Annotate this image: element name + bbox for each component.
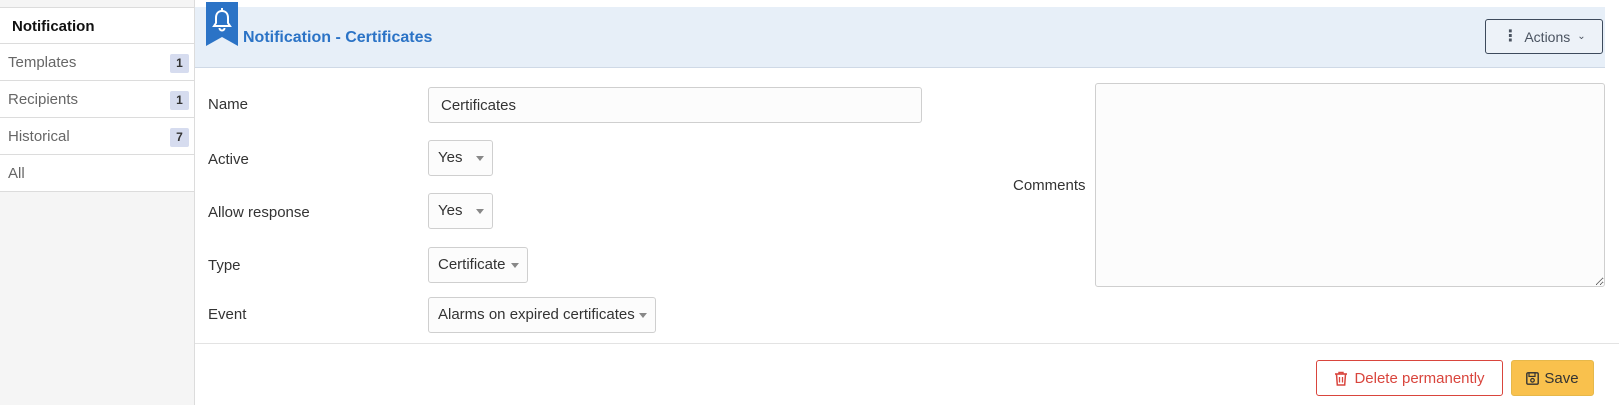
trash-icon — [1335, 371, 1348, 386]
page-header: Notification - Certificates ⋮ Actions ⌄ — [195, 2, 1605, 68]
footer-divider — [195, 343, 1619, 344]
sidebar-item-recipients[interactable]: Recipients 1 — [0, 81, 195, 118]
sidebar-item-label: All — [8, 165, 25, 182]
event-select-value: Alarms on expired certificates — [438, 306, 635, 323]
caret-down-icon — [639, 313, 647, 318]
type-select-value: Certificate — [438, 256, 506, 273]
caret-down-icon — [476, 209, 484, 214]
active-select-value: Yes — [438, 149, 463, 166]
comments-textarea[interactable] — [1095, 83, 1605, 287]
name-field[interactable] — [428, 87, 922, 123]
actions-label: Actions — [1524, 28, 1571, 45]
sidebar-item-label: Templates — [8, 54, 77, 71]
delete-label: Delete permanently — [1354, 369, 1485, 387]
active-select[interactable]: Yes — [428, 140, 493, 176]
sidebar-item-label: Recipients — [8, 91, 79, 108]
delete-permanently-button[interactable]: Delete permanently — [1316, 360, 1503, 396]
actions-button[interactable]: ⋮ Actions ⌄ — [1485, 19, 1603, 54]
event-select[interactable]: Alarms on expired certificates — [428, 297, 656, 333]
count-badge: 7 — [170, 128, 189, 147]
page-title: Notification - Certificates — [243, 29, 433, 46]
save-button[interactable]: Save — [1511, 360, 1594, 396]
active-label: Active — [208, 151, 249, 168]
name-label: Name — [208, 96, 249, 113]
sidebar: Notification Templates 1 Recipients 1 Hi… — [0, 0, 195, 405]
chevron-down-icon: ⌄ — [1577, 31, 1586, 42]
type-label: Type — [208, 257, 241, 274]
bell-icon — [206, 2, 238, 46]
caret-down-icon — [511, 263, 519, 268]
count-badge: 1 — [170, 54, 189, 73]
type-select[interactable]: Certificate — [428, 247, 528, 283]
allow-response-select[interactable]: Yes — [428, 193, 493, 229]
allow-response-label: Allow response — [208, 204, 310, 221]
floppy-disk-icon — [1526, 371, 1540, 385]
save-label: Save — [1544, 369, 1579, 387]
sidebar-item-templates[interactable]: Templates 1 — [0, 44, 195, 81]
caret-down-icon — [476, 156, 484, 161]
sidebar-item-all[interactable]: All — [0, 155, 195, 192]
kebab-icon: ⋮ — [1502, 27, 1519, 45]
comments-label: Comments — [1013, 177, 1086, 194]
count-badge: 1 — [170, 91, 189, 110]
sidebar-heading: Notification — [0, 7, 195, 44]
sidebar-item-historical[interactable]: Historical 7 — [0, 118, 195, 155]
allow-response-select-value: Yes — [438, 202, 463, 219]
sidebar-item-label: Historical — [8, 128, 70, 145]
event-label: Event — [208, 306, 247, 323]
